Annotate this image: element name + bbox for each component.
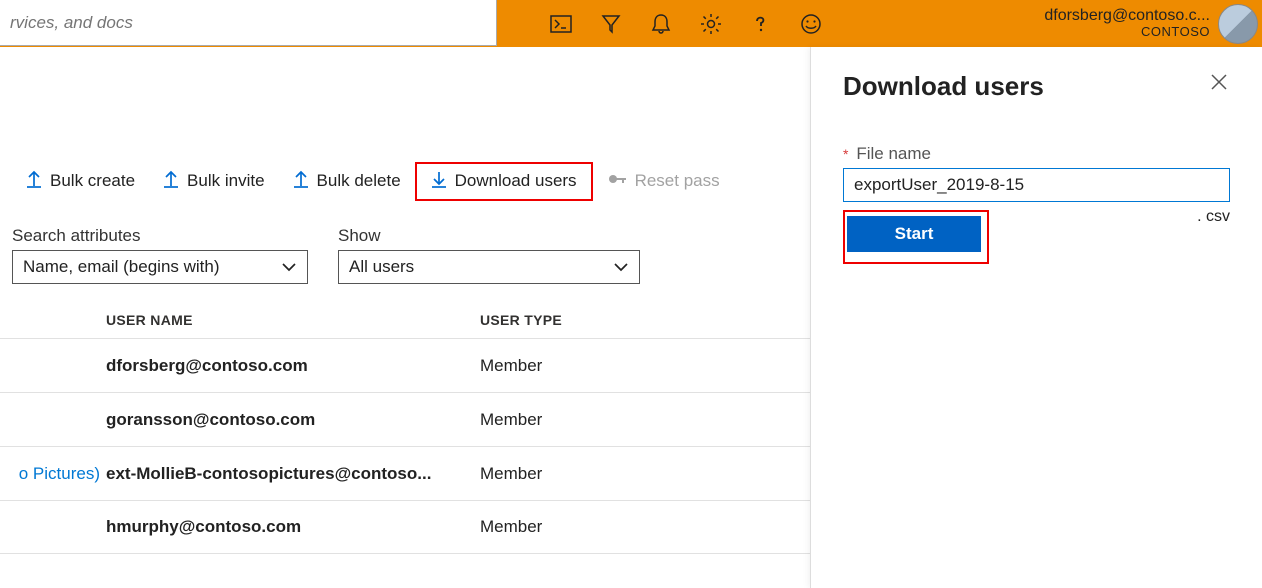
- settings-icon[interactable]: [686, 0, 736, 47]
- file-name-label: File name: [856, 144, 931, 163]
- command-bar: Bulk create Bulk invite Bulk delete: [0, 160, 810, 202]
- feedback-icon[interactable]: [786, 0, 836, 47]
- filter-icon[interactable]: [586, 0, 636, 47]
- search-attributes-select[interactable]: Name, email (begins with): [12, 250, 308, 284]
- chevron-down-icon: [281, 257, 297, 277]
- row-prefix: o Pictures): [0, 464, 106, 484]
- show-value: All users: [349, 257, 414, 277]
- bulk-create-label: Bulk create: [50, 171, 135, 191]
- key-icon: [607, 170, 627, 193]
- search-attributes-value: Name, email (begins with): [23, 257, 220, 277]
- user-tenant: CONTOSO: [1044, 25, 1210, 40]
- top-bar: dforsberg@contoso.c... CONTOSO: [0, 0, 1262, 47]
- download-users-label: Download users: [455, 171, 577, 191]
- search-attributes-label: Search attributes: [12, 226, 308, 246]
- row-usertype: Member: [480, 356, 680, 376]
- bulk-create-button[interactable]: Bulk create: [12, 164, 149, 199]
- download-icon: [431, 170, 447, 193]
- reset-password-label: Reset pass: [635, 171, 720, 191]
- global-search-box[interactable]: [0, 0, 497, 46]
- bulk-invite-label: Bulk invite: [187, 171, 264, 191]
- upload-icon: [163, 170, 179, 193]
- table-row[interactable]: o Pictures)ext-MollieB-contosopictures@c…: [0, 446, 810, 500]
- column-header-username[interactable]: USER NAME: [106, 312, 480, 328]
- bulk-invite-button[interactable]: Bulk invite: [149, 164, 278, 199]
- row-username: goransson@contoso.com: [106, 410, 460, 430]
- user-email: dforsberg@contoso.c...: [1044, 7, 1210, 25]
- row-username: hmurphy@contoso.com: [106, 517, 460, 537]
- chevron-down-icon: [613, 257, 629, 277]
- show-select[interactable]: All users: [338, 250, 640, 284]
- notifications-icon[interactable]: [636, 0, 686, 47]
- help-icon[interactable]: [736, 0, 786, 47]
- column-header-usertype[interactable]: USER TYPE: [480, 312, 680, 328]
- table-row[interactable]: hmurphy@contoso.com Member: [0, 500, 810, 554]
- row-usertype: Member: [480, 410, 680, 430]
- row-username: ext-MollieB-contosopictures@contoso...: [106, 464, 460, 484]
- table-row[interactable]: dforsberg@contoso.com Member: [0, 338, 810, 392]
- file-name-label-row: * File name: [843, 144, 1230, 164]
- download-users-panel: Download users * File name . csv Start: [810, 47, 1262, 588]
- close-icon[interactable]: [1208, 71, 1230, 96]
- show-label: Show: [338, 226, 640, 246]
- bulk-delete-button[interactable]: Bulk delete: [279, 164, 415, 199]
- row-usertype: Member: [480, 517, 680, 537]
- users-table: USER NAME USER TYPE dforsberg@contoso.co…: [0, 302, 810, 554]
- account-area[interactable]: dforsberg@contoso.c... CONTOSO: [1044, 0, 1262, 47]
- avatar[interactable]: [1218, 4, 1258, 44]
- download-users-button[interactable]: Download users: [415, 162, 593, 201]
- bulk-delete-label: Bulk delete: [317, 171, 401, 191]
- reset-password-button: Reset pass: [593, 164, 734, 199]
- global-search-input[interactable]: [8, 12, 488, 34]
- file-name-input[interactable]: [843, 168, 1230, 202]
- table-row[interactable]: goransson@contoso.com Member: [0, 392, 810, 446]
- row-username: dforsberg@contoso.com: [106, 356, 460, 376]
- required-star: *: [843, 146, 848, 162]
- row-usertype: Member: [480, 464, 680, 484]
- start-button[interactable]: Start: [847, 216, 981, 252]
- upload-icon: [293, 170, 309, 193]
- cloud-shell-icon[interactable]: [536, 0, 586, 47]
- start-highlight: Start: [843, 210, 989, 264]
- upload-icon: [26, 170, 42, 193]
- panel-title: Download users: [843, 71, 1044, 102]
